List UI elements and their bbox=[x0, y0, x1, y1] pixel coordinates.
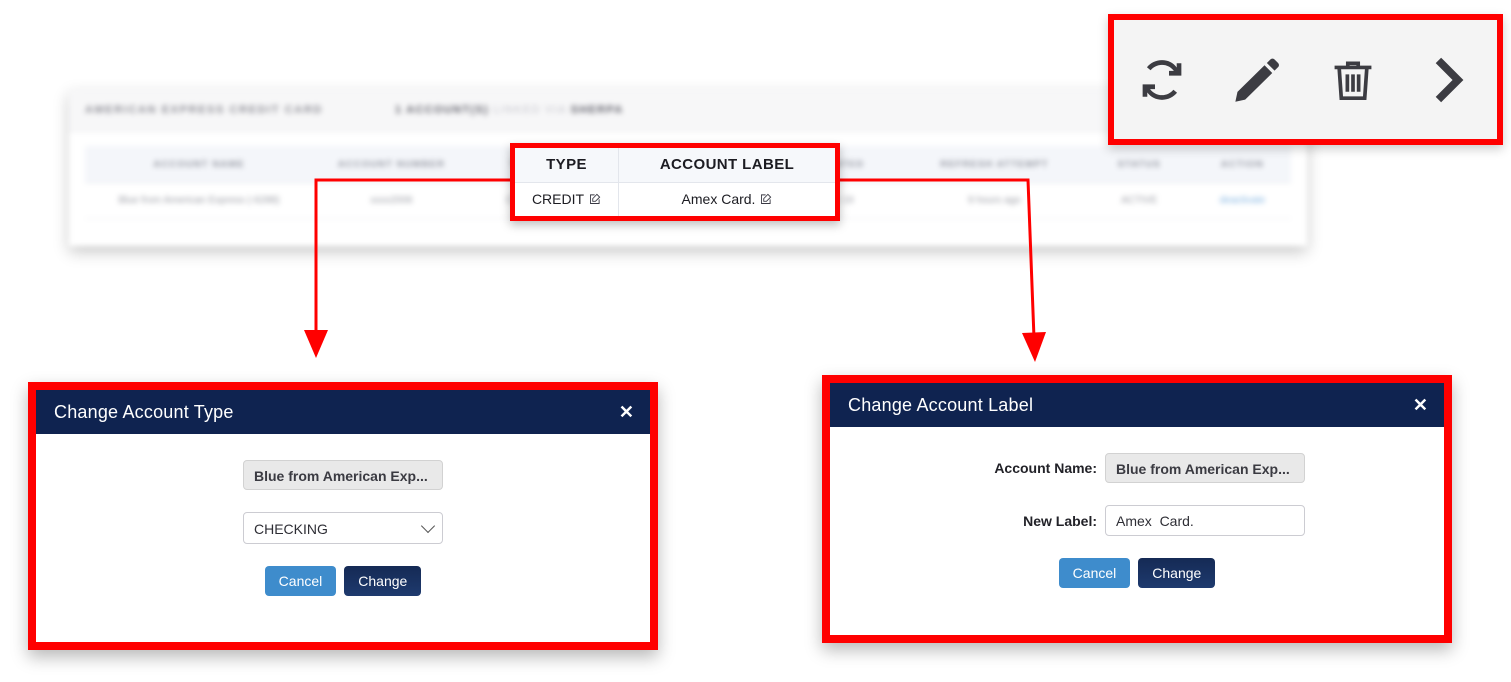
dialog-title-type: Change Account Type bbox=[54, 401, 234, 422]
column-account-number: ACCOUNT NUMBER bbox=[313, 146, 470, 183]
refresh-sync-icon[interactable] bbox=[1129, 47, 1195, 113]
chevron-down-icon bbox=[420, 518, 436, 534]
callout-label-text: Amex Card. bbox=[681, 191, 756, 208]
callout-body-row: CREDIT Amex Card. bbox=[515, 182, 835, 217]
column-account-name: ACCOUNT NAME bbox=[85, 146, 314, 183]
dialog-body-label: Account Name: Blue from American Exp... … bbox=[830, 427, 1444, 635]
change-account-label-dialog: Change Account Label ✕ Account Name: Blu… bbox=[822, 375, 1452, 643]
cancel-button-label[interactable]: Cancel bbox=[1058, 558, 1131, 588]
account-name-row-type: Blue from American Exp... bbox=[36, 460, 650, 490]
close-icon[interactable]: ✕ bbox=[619, 403, 634, 421]
dialog-header-label: Change Account Label ✕ bbox=[830, 383, 1444, 427]
callout-header-account-label: ACCOUNT LABEL bbox=[659, 156, 795, 174]
dialog-header-type: Change Account Type ✕ bbox=[36, 390, 650, 434]
account-type-row: CHECKING bbox=[36, 512, 650, 544]
change-account-type-dialog: Change Account Type ✕ Blue from American… bbox=[28, 382, 658, 650]
card-title: AMERICAN EXPRESS CREDIT CARD bbox=[85, 104, 323, 116]
pencil-edit-icon[interactable] bbox=[1225, 47, 1291, 113]
account-count: 1 ACCOUNT(S) bbox=[394, 104, 489, 116]
account-type-selected-value: CHECKING bbox=[254, 521, 328, 537]
action-icons-callout bbox=[1108, 14, 1503, 145]
dialog-body-type: Blue from American Exp... CHECKING Cance… bbox=[36, 434, 650, 642]
provider-name: SHERPA bbox=[570, 104, 624, 116]
pencil-square-edit-icon-2[interactable] bbox=[760, 193, 772, 205]
pencil-square-edit-icon[interactable] bbox=[589, 193, 601, 205]
account-name-label: Account Name: bbox=[994, 460, 1097, 476]
change-button-type[interactable]: Change bbox=[344, 566, 422, 596]
trash-delete-icon[interactable] bbox=[1320, 47, 1386, 113]
cell-account-number: xxxx2006 bbox=[313, 182, 470, 219]
cell-action-deactivate[interactable]: deactivate bbox=[1193, 182, 1291, 219]
dialog-buttons-label: Cancel Change bbox=[830, 558, 1444, 588]
highlighted-table-columns-callout: TYPE ACCOUNT LABEL CREDIT Amex Card. bbox=[510, 143, 840, 221]
column-action: ACTION bbox=[1193, 146, 1291, 183]
column-refresh-attempt: REFRESH ATTEMPT bbox=[904, 146, 1085, 183]
screenshot-stage: AMERICAN EXPRESS CREDIT CARD 1 ACCOUNT(S… bbox=[0, 0, 1511, 682]
close-icon-2[interactable]: ✕ bbox=[1413, 396, 1428, 414]
callout-value-account-label[interactable]: Amex Card. bbox=[619, 183, 835, 217]
cancel-button-type[interactable]: Cancel bbox=[264, 566, 337, 596]
new-label-row: New Label: Amex Card. bbox=[830, 505, 1444, 536]
cell-refresh-attempt: 9 hours ago bbox=[904, 182, 1085, 219]
column-status: STATUS bbox=[1084, 146, 1194, 183]
callout-type-text: CREDIT bbox=[531, 191, 585, 208]
callout-value-type[interactable]: CREDIT bbox=[515, 182, 619, 216]
chevron-right-icon[interactable] bbox=[1416, 47, 1482, 113]
dialog-title-label: Change Account Label bbox=[848, 394, 1034, 415]
callout-header-type: TYPE bbox=[515, 148, 619, 182]
account-name-readonly-field-2: Blue from American Exp... bbox=[1105, 453, 1305, 483]
card-subtitle: 1 ACCOUNT(S) LINKED VIA SHERPA bbox=[395, 104, 624, 116]
new-label-label: New Label: bbox=[1023, 512, 1097, 529]
account-name-readonly-field: Blue from American Exp... bbox=[243, 460, 443, 490]
linked-via-text: LINKED VIA bbox=[493, 104, 567, 116]
cell-account-name: Blue from American Express (-6288) bbox=[85, 182, 314, 219]
callout-header-row: TYPE ACCOUNT LABEL bbox=[515, 148, 835, 183]
dialog-buttons-type: Cancel Change bbox=[36, 566, 650, 596]
change-button-label[interactable]: Change bbox=[1138, 558, 1216, 588]
account-name-row-label: Account Name: Blue from American Exp... bbox=[830, 453, 1444, 483]
new-label-input[interactable]: Amex Card. bbox=[1105, 505, 1305, 536]
cell-status: ACTIVE bbox=[1084, 182, 1194, 219]
account-type-select[interactable]: CHECKING bbox=[243, 512, 443, 544]
